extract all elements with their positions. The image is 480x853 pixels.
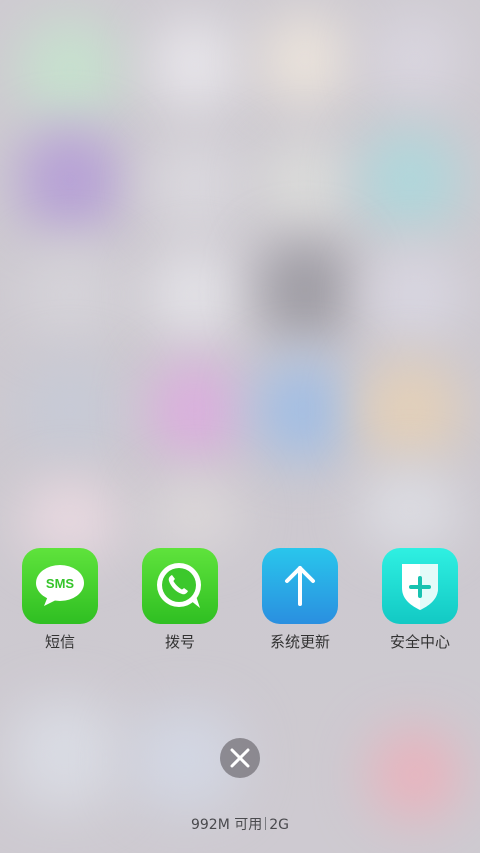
recent-app-sms[interactable]: SMS 短信 <box>12 548 108 651</box>
memory-available: 992M 可用 <box>190 817 263 833</box>
arrow-up-graphic <box>285 566 315 606</box>
phone-icon[interactable] <box>142 548 218 624</box>
memory-separator <box>265 817 267 830</box>
shield-graphic <box>402 564 438 610</box>
blurred-wallpaper <box>0 0 480 853</box>
arrow-up-icon[interactable] <box>262 548 338 624</box>
recent-app-label: 拨号 <box>164 633 195 651</box>
sms-badge-text: SMS <box>46 576 75 591</box>
recent-app-label: 安全中心 <box>389 633 450 651</box>
phone-bubble-graphic <box>157 563 201 608</box>
close-all-button[interactable] <box>220 738 260 778</box>
close-icon <box>230 748 250 768</box>
recent-app-security-center[interactable]: 安全中心 <box>372 548 468 651</box>
recent-app-system-update[interactable]: 系统更新 <box>252 548 348 651</box>
recent-app-dialer[interactable]: 拨号 <box>132 548 228 651</box>
sms-icon[interactable]: SMS <box>22 548 98 624</box>
memory-total: 2G <box>269 817 290 833</box>
shield-plus-icon[interactable] <box>382 548 458 624</box>
sms-bubble-graphic: SMS <box>36 565 84 606</box>
recent-apps-screen: SMS 短信 拨号 系统更新 安全中心 992M 可用 2G <box>0 0 480 853</box>
recent-app-label: 短信 <box>44 633 75 651</box>
memory-status: 992M 可用 2G <box>0 816 480 834</box>
recent-apps-row: SMS 短信 拨号 系统更新 安全中心 <box>0 548 480 658</box>
recent-app-label: 系统更新 <box>269 633 330 651</box>
